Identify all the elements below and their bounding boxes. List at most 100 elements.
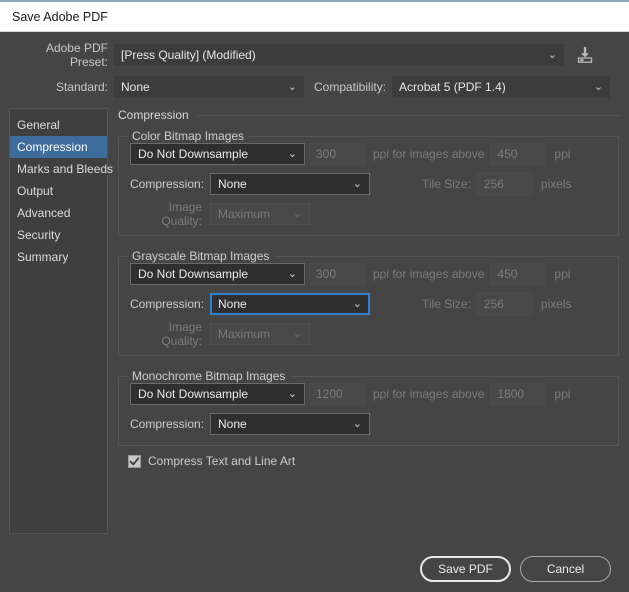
monochrome-compression-select[interactable]: None ⌄ — [210, 413, 370, 435]
grayscale-tile-value: 256 — [483, 297, 504, 311]
color-downsample-row: Do Not Downsample ⌄ 300 ppi for images a… — [130, 142, 610, 166]
save-pdf-label: Save PDF — [438, 561, 493, 576]
color-ppi-mid-label: ppi for images above — [373, 147, 485, 161]
preset-select-value: [Press Quality] (Modified) — [121, 48, 256, 62]
save-to-disk-icon[interactable] — [574, 44, 596, 66]
compatibility-select-value: Acrobat 5 (PDF 1.4) — [399, 80, 506, 94]
chevron-down-icon: ⌄ — [287, 148, 297, 160]
header-divider — [196, 114, 620, 116]
grayscale-threshold-input[interactable]: 450 — [490, 263, 547, 285]
grayscale-tile-label: Tile Size: — [422, 297, 471, 311]
color-tile-value: 256 — [483, 177, 504, 191]
grayscale-quality-value: Maximum — [218, 327, 271, 341]
color-ppi-value: 300 — [316, 147, 337, 161]
color-quality-value: Maximum — [218, 207, 271, 221]
sidebar-item-security[interactable]: Security — [10, 224, 107, 246]
chevron-down-icon: ⌄ — [287, 81, 297, 93]
save-pdf-button[interactable]: Save PDF — [420, 555, 511, 582]
color-compression-value: None — [218, 177, 247, 191]
color-compression-row: Compression: None ⌄ Tile Size: 256 pixel… — [130, 172, 610, 196]
color-quality-row: Image Quality: Maximum ⌄ — [130, 200, 610, 228]
color-ppi-suffix: ppi — [554, 147, 571, 161]
preset-select[interactable]: [Press Quality] (Modified) ⌄ — [114, 44, 564, 66]
sidebar-item-label: Advanced — [17, 206, 71, 220]
grayscale-downsample-value: Do Not Downsample — [138, 267, 249, 281]
monochrome-compression-row: Compression: None ⌄ — [130, 412, 610, 436]
compression-panel: Compression Color Bitmap Images Do Not D… — [118, 108, 620, 534]
monochrome-bitmap-group: Monochrome Bitmap Images Do Not Downsamp… — [118, 368, 620, 446]
chevron-down-icon: ⌄ — [287, 268, 297, 280]
compatibility-select[interactable]: Acrobat 5 (PDF 1.4) ⌄ — [392, 76, 611, 98]
dialog-footer: Save PDF Cancel — [0, 545, 629, 592]
monochrome-downsample-select[interactable]: Do Not Downsample ⌄ — [130, 383, 305, 405]
grayscale-quality-row: Image Quality: Maximum ⌄ — [130, 320, 610, 348]
chevron-down-icon: ⌄ — [287, 388, 297, 400]
preset-row: Adobe PDF Preset: [Press Quality] (Modif… — [10, 41, 619, 69]
sidebar-item-label: Marks and Bleeds — [17, 162, 114, 176]
grayscale-compression-label: Compression: — [130, 297, 205, 311]
color-compression-select[interactable]: None ⌄ — [210, 173, 370, 195]
color-tile-label: Tile Size: — [422, 177, 471, 191]
monochrome-downsample-value: Do Not Downsample — [138, 387, 249, 401]
color-tile-input[interactable]: 256 — [476, 173, 533, 195]
monochrome-ppi-value: 1200 — [316, 387, 343, 401]
grayscale-bitmap-group: Grayscale Bitmap Images Do Not Downsampl… — [118, 248, 620, 356]
cancel-button[interactable]: Cancel — [520, 555, 611, 582]
chevron-down-icon: ⌄ — [352, 298, 362, 310]
window-titlebar: Save Adobe PDF — [0, 2, 629, 32]
grayscale-tile-input[interactable]: 256 — [476, 293, 533, 315]
standard-select-value: None — [121, 80, 150, 94]
sidebar-item-advanced[interactable]: Advanced — [10, 202, 107, 224]
color-ppi-input[interactable]: 300 — [309, 143, 365, 165]
monochrome-threshold-value: 1800 — [497, 387, 525, 401]
color-downsample-value: Do Not Downsample — [138, 147, 249, 161]
sidebar-item-output[interactable]: Output — [10, 180, 107, 202]
sidebar-item-general[interactable]: General — [10, 114, 107, 136]
color-bitmap-group: Color Bitmap Images Do Not Downsample ⌄ … — [118, 128, 620, 236]
compatibility-label: Compatibility: — [314, 80, 387, 94]
chevron-down-icon: ⌄ — [292, 208, 302, 220]
grayscale-tile-suffix: pixels — [540, 297, 572, 311]
preset-label: Adobe PDF Preset: — [45, 41, 108, 69]
chevron-down-icon: ⌄ — [352, 418, 362, 430]
grayscale-compression-row: Compression: None ⌄ Tile Size: 256 pixel… — [130, 292, 610, 316]
grayscale-quality-select: Maximum ⌄ — [210, 323, 310, 345]
monochrome-ppi-input[interactable]: 1200 — [309, 383, 365, 405]
window-title: Save Adobe PDF — [12, 9, 108, 24]
grayscale-ppi-input[interactable]: 300 — [309, 263, 365, 285]
sidebar-item-label: Summary — [17, 250, 69, 264]
grayscale-quality-label: Image Quality: — [161, 320, 202, 348]
sidebar-item-label: Output — [17, 184, 54, 198]
color-tile-suffix: pixels — [540, 177, 572, 191]
compress-text-checkbox-row[interactable]: Compress Text and Line Art — [128, 454, 620, 468]
grayscale-ppi-value: 300 — [316, 267, 337, 281]
sidebar-item-label: Compression — [17, 140, 88, 154]
sidebar-item-label: Security — [17, 228, 61, 242]
standard-compat-row: Standard: None ⌄ Compatibility: Acrobat … — [10, 76, 619, 98]
panel-title: Compression — [118, 108, 189, 122]
monochrome-threshold-input[interactable]: 1800 — [490, 383, 547, 405]
monochrome-compression-value: None — [218, 417, 247, 431]
sidebar-item-marks-and-bleeds[interactable]: Marks and Bleeds — [10, 158, 113, 180]
grayscale-threshold-value: 450 — [497, 267, 518, 281]
grayscale-ppi-mid-label: ppi for images above — [373, 267, 485, 281]
color-downsample-select[interactable]: Do Not Downsample ⌄ — [130, 143, 305, 165]
chevron-down-icon: ⌄ — [292, 328, 302, 340]
monochrome-downsample-row: Do Not Downsample ⌄ 1200 ppi for images … — [130, 382, 610, 406]
standard-select[interactable]: None ⌄ — [114, 76, 304, 98]
checkbox-checked-icon[interactable] — [128, 454, 141, 468]
grayscale-compression-select[interactable]: None ⌄ — [210, 293, 370, 315]
monochrome-ppi-suffix: ppi — [554, 387, 571, 401]
color-threshold-input[interactable]: 450 — [490, 143, 547, 165]
color-compression-label: Compression: — [130, 177, 205, 191]
sidebar-item-compression[interactable]: Compression — [10, 136, 107, 158]
settings-category-sidebar[interactable]: General Compression Marks and Bleeds Out… — [9, 108, 113, 534]
grayscale-downsample-row: Do Not Downsample ⌄ 300 ppi for images a… — [130, 262, 610, 286]
sidebar-item-label: General — [17, 118, 60, 132]
grayscale-downsample-select[interactable]: Do Not Downsample ⌄ — [130, 263, 305, 285]
standard-label: Standard: — [55, 80, 108, 94]
sidebar-item-summary[interactable]: Summary — [10, 246, 107, 268]
compress-text-label: Compress Text and Line Art — [148, 454, 296, 468]
monochrome-compression-label: Compression: — [130, 417, 205, 431]
chevron-down-icon: ⌄ — [547, 49, 557, 61]
